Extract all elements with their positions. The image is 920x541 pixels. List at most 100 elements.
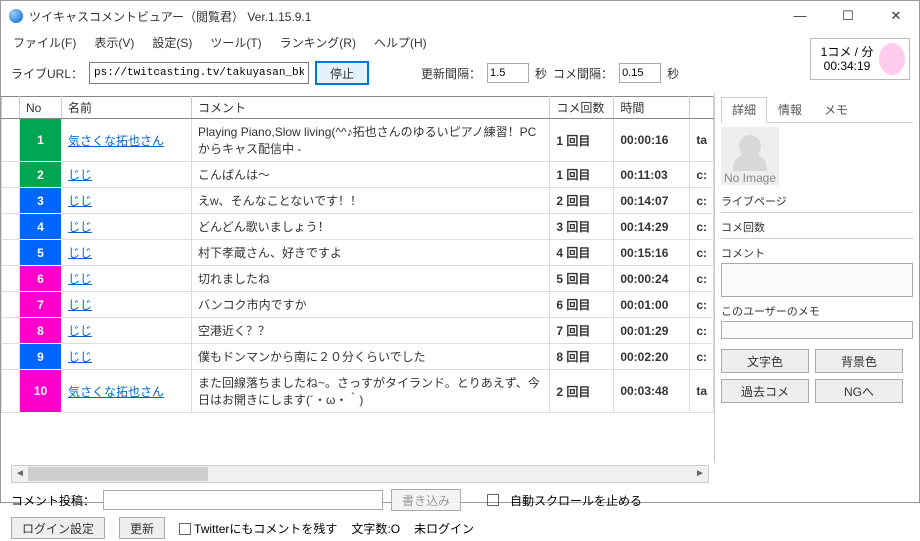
meter-box: 1コメ / 分 00:34:19: [810, 38, 910, 80]
comment-table: No 名前 コメント コメ回数 時間 1気さくな拓也さんPlaying Pian…: [1, 96, 714, 413]
cell-name[interactable]: じじ: [62, 266, 192, 292]
cell-no: 2: [20, 162, 62, 188]
sec-label-1: 秒: [535, 65, 547, 82]
cell-time: 00:14:07: [614, 188, 690, 214]
table-row[interactable]: 5じじ村下孝蔵さん、好きですよ4 回目00:15:16c:: [2, 240, 714, 266]
cell-comment: バンコク市内ですか: [192, 292, 550, 318]
tab-memo[interactable]: メモ: [813, 97, 859, 122]
cell-extra: c:: [690, 344, 714, 370]
cell-time: 00:03:48: [614, 370, 690, 413]
col-count[interactable]: コメ回数: [550, 97, 614, 119]
cell-name[interactable]: じじ: [62, 344, 192, 370]
twitter-label: Twitterにもコメントを残す: [194, 522, 337, 536]
cell-count: 3 回目: [550, 214, 614, 240]
menu-file[interactable]: ファイル(F): [13, 34, 76, 51]
gap-input[interactable]: [619, 63, 661, 83]
cell-count: 2 回目: [550, 188, 614, 214]
tab-detail[interactable]: 詳細: [721, 97, 767, 123]
comment-box[interactable]: [721, 263, 913, 297]
cell-count: 1 回目: [550, 162, 614, 188]
login-button[interactable]: ログイン設定: [11, 517, 105, 539]
stop-button[interactable]: 停止: [315, 61, 369, 85]
scroll-left-icon[interactable]: ◄: [12, 466, 28, 482]
cell-name[interactable]: じじ: [62, 162, 192, 188]
cell-count: 2 回目: [550, 370, 614, 413]
cell-comment: えw、そんなことないです！！: [192, 188, 550, 214]
cell-count: 4 回目: [550, 240, 614, 266]
memo-box[interactable]: [721, 321, 913, 339]
cell-name[interactable]: じじ: [62, 214, 192, 240]
app-icon: [9, 9, 23, 23]
btn-ng[interactable]: NGへ: [815, 379, 903, 403]
autoscroll-checkbox[interactable]: [487, 494, 499, 506]
table-row[interactable]: 8じじ空港近く？？7 回目00:01:29c:: [2, 318, 714, 344]
table-row[interactable]: 4じじどんどん歌いましょう！3 回目00:14:29c:: [2, 214, 714, 240]
scroll-thumb[interactable]: [28, 467, 208, 481]
scroll-right-icon[interactable]: ►: [692, 466, 708, 482]
table-row[interactable]: 1気さくな拓也さんPlaying Piano,Slow living(^^♪拓也…: [2, 119, 714, 162]
col-name[interactable]: 名前: [62, 97, 192, 119]
menu-tools[interactable]: ツール(T): [210, 34, 261, 51]
autoscroll-label: 自動スクロールを止める: [510, 492, 642, 509]
table-row[interactable]: 6じじ切れましたね5 回目00:00:24c:: [2, 266, 714, 292]
lbl-comment: コメント: [721, 245, 913, 261]
cell-name[interactable]: じじ: [62, 292, 192, 318]
cell-no: 9: [20, 344, 62, 370]
h-scrollbar[interactable]: ◄ ►: [11, 465, 709, 483]
cell-comment: 空港近く？？: [192, 318, 550, 344]
cell-extra: c:: [690, 240, 714, 266]
refresh-button[interactable]: 更新: [119, 517, 165, 539]
cell-time: 00:02:20: [614, 344, 690, 370]
table-row[interactable]: 9じじ僕もドンマンから南に２０分くらいでした8 回目00:02:20c:: [2, 344, 714, 370]
menu-ranking[interactable]: ランキング(R): [280, 34, 356, 51]
cell-comment: 村下孝蔵さん、好きですよ: [192, 240, 550, 266]
menu-settings[interactable]: 設定(S): [152, 34, 192, 51]
cell-name[interactable]: じじ: [62, 188, 192, 214]
close-icon[interactable]: ✕: [881, 8, 911, 24]
login-status: 未ログイン: [414, 520, 474, 537]
table-row[interactable]: 2じじこんばんは～1 回目00:11:03c:: [2, 162, 714, 188]
table-row[interactable]: 3じじえw、そんなことないです！！2 回目00:14:07c:: [2, 188, 714, 214]
col-no[interactable]: No: [20, 97, 62, 119]
cell-name[interactable]: 気さくな拓也さん: [62, 119, 192, 162]
btn-bgcolor[interactable]: 背景色: [815, 349, 903, 373]
col-time[interactable]: 時間: [614, 97, 690, 119]
cell-time: 00:00:16: [614, 119, 690, 162]
cell-no: 10: [20, 370, 62, 413]
maximize-icon[interactable]: ☐: [833, 8, 863, 24]
cell-time: 00:00:24: [614, 266, 690, 292]
btn-past[interactable]: 過去コメ: [721, 379, 809, 403]
lbl-count: コメ回数: [721, 219, 913, 235]
elapsed-time: 00:34:19: [815, 59, 879, 73]
cell-extra: c:: [690, 188, 714, 214]
menu-help[interactable]: ヘルプ(H): [374, 34, 427, 51]
titlebar: ツイキャスコメントビュアー（閲覧君） Ver.1.15.9.1 ― ☐ ✕: [1, 1, 919, 31]
cell-name[interactable]: じじ: [62, 240, 192, 266]
cell-extra: c:: [690, 214, 714, 240]
twitter-checkbox[interactable]: [179, 523, 191, 535]
table-row[interactable]: 10気さくな拓也さんまた回線落ちましたね~。さっすがタイランド。とりあえず、今日…: [2, 370, 714, 413]
post-input[interactable]: [103, 490, 383, 510]
minimize-icon[interactable]: ―: [785, 8, 815, 24]
sec-label-2: 秒: [667, 65, 679, 82]
cell-comment: 僕もドンマンから南に２０分くらいでした: [192, 344, 550, 370]
cell-comment: どんどん歌いましょう！: [192, 214, 550, 240]
cell-comment: Playing Piano,Slow living(^^♪拓也さんのゆるいピアノ…: [192, 119, 550, 162]
col-comment[interactable]: コメント: [192, 97, 550, 119]
btn-textcolor[interactable]: 文字色: [721, 349, 809, 373]
cell-name[interactable]: じじ: [62, 318, 192, 344]
cell-no: 5: [20, 240, 62, 266]
post-label: コメント投稿：: [11, 492, 95, 509]
table-row[interactable]: 7じじバンコク市内ですか6 回目00:01:00c:: [2, 292, 714, 318]
url-input[interactable]: [89, 62, 309, 84]
interval-input[interactable]: [487, 63, 529, 83]
col-extra[interactable]: [690, 97, 714, 119]
cell-name[interactable]: 気さくな拓也さん: [62, 370, 192, 413]
cell-comment: 切れましたね: [192, 266, 550, 292]
interval-label: 更新間隔：: [421, 65, 481, 82]
menu-view[interactable]: 表示(V): [94, 34, 134, 51]
post-button[interactable]: 書き込み: [391, 489, 461, 511]
tab-info[interactable]: 情報: [767, 97, 813, 122]
cell-count: 1 回目: [550, 119, 614, 162]
cell-extra: c:: [690, 318, 714, 344]
